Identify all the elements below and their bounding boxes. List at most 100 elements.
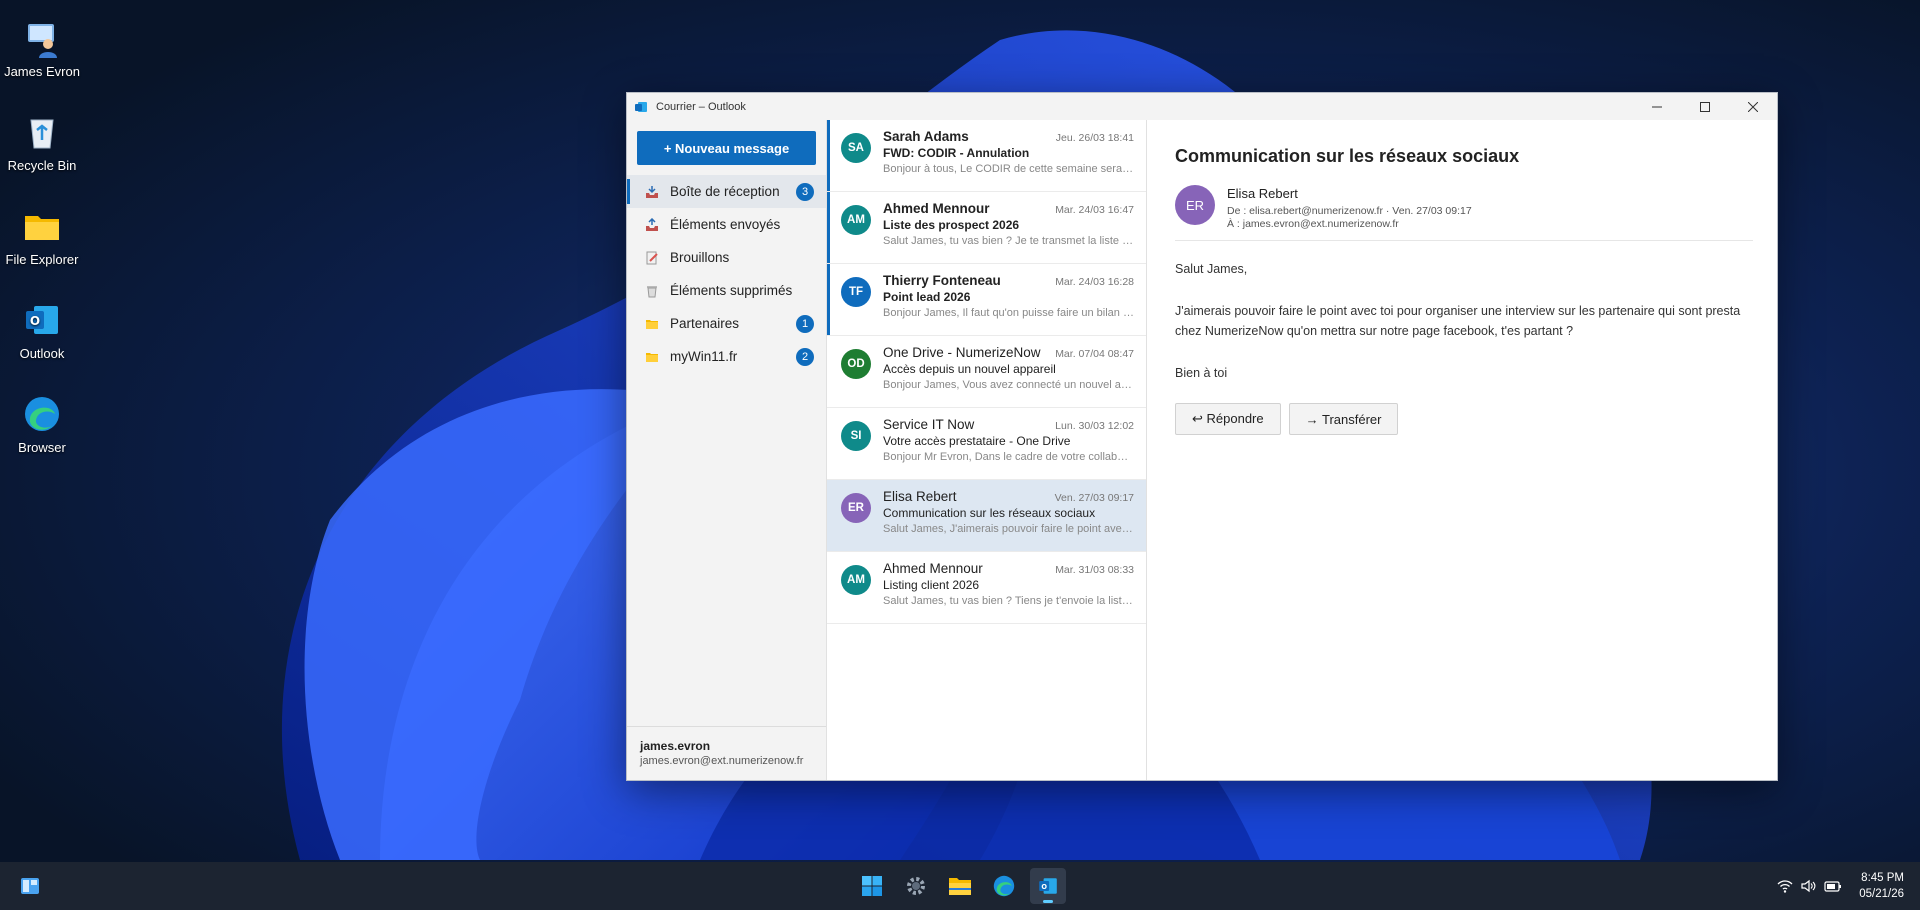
- avatar: ER: [841, 493, 871, 523]
- desktop-icon-label: Outlook: [19, 346, 65, 361]
- desktop-icon-browser[interactable]: Browser: [0, 394, 84, 455]
- message-item[interactable]: OD One Drive - NumerizeNow Mar. 07/04 08…: [827, 336, 1146, 408]
- unread-count-badge: 2: [796, 347, 814, 366]
- folder-label: Brouillons: [670, 250, 730, 265]
- message-subject: Votre accès prestataire - One Drive: [883, 434, 1071, 448]
- account-name: james.evron: [640, 739, 711, 753]
- draft-icon: [646, 251, 658, 264]
- folder-label: Boîte de réception: [670, 184, 780, 199]
- edge-icon: [25, 397, 59, 431]
- message-list: SA Sarah Adams Jeu. 26/03 18:41 FWD: COD…: [827, 120, 1147, 780]
- from-line: De : elisa.rebert@numerizenow.fr · Ven. …: [1227, 205, 1472, 217]
- message-preview: Bonjour à tous, Le CODIR de cette semain…: [883, 163, 1134, 175]
- message-item[interactable]: AM Ahmed Mennour Mar. 24/03 16:47 Liste …: [827, 192, 1146, 264]
- user-computer-icon: [28, 24, 57, 58]
- unread-count-badge: 3: [796, 182, 814, 201]
- desktop-icon-file-explorer[interactable]: File Explorer: [0, 206, 84, 267]
- folder-pane: + Nouveau message Boîte de réception 3 É…: [627, 120, 827, 780]
- folder-sent[interactable]: Éléments envoyés: [627, 208, 826, 241]
- maximize-icon: [1700, 101, 1710, 112]
- desktop-icon-label: James Evron: [4, 64, 80, 79]
- trash-icon: [647, 285, 657, 297]
- avatar: SI: [841, 421, 871, 451]
- message-item[interactable]: SA Sarah Adams Jeu. 26/03 18:41 FWD: COD…: [827, 120, 1146, 192]
- folder-deleted[interactable]: Éléments supprimés: [627, 274, 826, 307]
- start-button[interactable]: [854, 868, 890, 904]
- folder-inbox[interactable]: Boîte de réception 3: [627, 175, 826, 208]
- settings-taskbar-button[interactable]: [898, 868, 934, 904]
- message-date: Mar. 24/03 16:28: [1055, 276, 1134, 288]
- outlook-taskbar-button[interactable]: O: [1030, 868, 1066, 904]
- message-item-selected[interactable]: ER Elisa Rebert Ven. 27/03 09:17 Communi…: [827, 480, 1146, 552]
- volume-icon: [1801, 879, 1816, 893]
- taskbar: O 8:45 PM 05/21/26: [0, 862, 1920, 910]
- desktop-icon-recycle-bin[interactable]: Recycle Bin: [0, 112, 84, 173]
- clock[interactable]: 8:45 PM 05/21/26: [1859, 870, 1904, 902]
- system-tray: 8:45 PM 05/21/26: [1775, 862, 1920, 910]
- message-date: Lun. 30/03 12:02: [1055, 420, 1134, 432]
- maximize-button[interactable]: [1681, 93, 1729, 120]
- message-date: Mar. 07/04 08:47: [1055, 348, 1134, 360]
- message-actions: ↩ Répondre → Transférer: [1175, 403, 1753, 435]
- account-info[interactable]: james.evron james.evron@ext.numerizenow.…: [627, 726, 826, 780]
- volume-button[interactable]: [1799, 876, 1819, 896]
- outlook-window: Courrier – Outlook + Nouveau message Boî…: [626, 92, 1778, 781]
- folder-icon: [25, 216, 59, 240]
- message-preview: Salut James, tu vas bien ? Tiens je t'en…: [883, 595, 1134, 607]
- message-preview: Bonjour Mr Evron, Dans le cadre de votre…: [883, 451, 1134, 463]
- avatar: AM: [841, 205, 871, 235]
- message-subject: FWD: CODIR - Annulation: [883, 146, 1030, 160]
- battery-button[interactable]: [1823, 876, 1843, 896]
- desktop-icon-label: File Explorer: [5, 252, 79, 267]
- message-item[interactable]: AM Ahmed Mennour Mar. 31/03 08:33 Listin…: [827, 552, 1146, 624]
- close-button[interactable]: [1729, 93, 1777, 120]
- avatar: SA: [841, 133, 871, 163]
- message-item[interactable]: TF Thierry Fonteneau Mar. 24/03 16:28 Po…: [827, 264, 1146, 336]
- gear-icon: [907, 877, 925, 895]
- avatar: TF: [841, 277, 871, 307]
- folder-mywin11[interactable]: myWin11.fr 2: [627, 340, 826, 373]
- wifi-button[interactable]: [1775, 876, 1795, 896]
- message-title: Communication sur les réseaux sociaux: [1175, 146, 1520, 166]
- minimize-icon: [1652, 106, 1662, 107]
- unread-count-badge: 1: [796, 314, 814, 333]
- folder-label: Éléments supprimés: [670, 283, 793, 298]
- avatar: OD: [841, 349, 871, 379]
- message-preview: Salut James, J'aimerais pouvoir faire le…: [883, 523, 1134, 535]
- message-subject: Accès depuis un nouvel appareil: [883, 362, 1056, 376]
- folder-icon: [949, 878, 971, 895]
- new-message-button[interactable]: + Nouveau message: [637, 131, 816, 165]
- title-bar[interactable]: Courrier – Outlook: [627, 93, 1777, 120]
- desktop-icon-user[interactable]: James Evron: [0, 18, 84, 79]
- body-paragraph: J'aimerais pouvoir faire le point avec t…: [1175, 304, 1741, 338]
- edge-taskbar-button[interactable]: [986, 868, 1022, 904]
- desktop-icon-label: Recycle Bin: [7, 158, 77, 173]
- minimize-button[interactable]: [1633, 93, 1681, 120]
- reading-pane: Communication sur les réseaux sociaux ER…: [1147, 120, 1777, 780]
- desktop-icon-outlook[interactable]: O Outlook: [0, 300, 84, 361]
- widgets-button[interactable]: [12, 868, 48, 904]
- outlook-icon: O: [1039, 878, 1057, 894]
- folder-icon: [646, 352, 658, 362]
- folder-label: Partenaires: [670, 316, 740, 331]
- body-greeting: Salut James,: [1175, 262, 1248, 276]
- sender-name: Elisa Rebert: [1227, 186, 1298, 201]
- reply-button[interactable]: ↩ Répondre: [1175, 403, 1281, 435]
- svg-text:O: O: [1041, 883, 1047, 891]
- message-item[interactable]: SI Service IT Now Lun. 30/03 12:02 Votre…: [827, 408, 1146, 480]
- folder-icon: [646, 319, 658, 329]
- message-date: Mar. 24/03 16:47: [1055, 204, 1134, 216]
- outlook-icon: [635, 101, 647, 112]
- outlook-icon: O: [26, 306, 58, 334]
- body-signoff: Bien à toi: [1175, 366, 1228, 380]
- forward-button[interactable]: → Transférer: [1288, 403, 1399, 435]
- wifi-icon: [1777, 880, 1793, 893]
- message-subject: Communication sur les réseaux sociaux: [883, 506, 1096, 520]
- folder-label: myWin11.fr: [670, 349, 738, 364]
- folder-partenaires[interactable]: Partenaires 1: [627, 307, 826, 340]
- folder-drafts[interactable]: Brouillons: [627, 241, 826, 274]
- message-date: Mar. 31/03 08:33: [1055, 564, 1134, 576]
- sent-icon: [646, 217, 658, 231]
- file-explorer-taskbar-button[interactable]: [942, 868, 978, 904]
- message-subject: Liste des prospect 2026: [883, 218, 1020, 232]
